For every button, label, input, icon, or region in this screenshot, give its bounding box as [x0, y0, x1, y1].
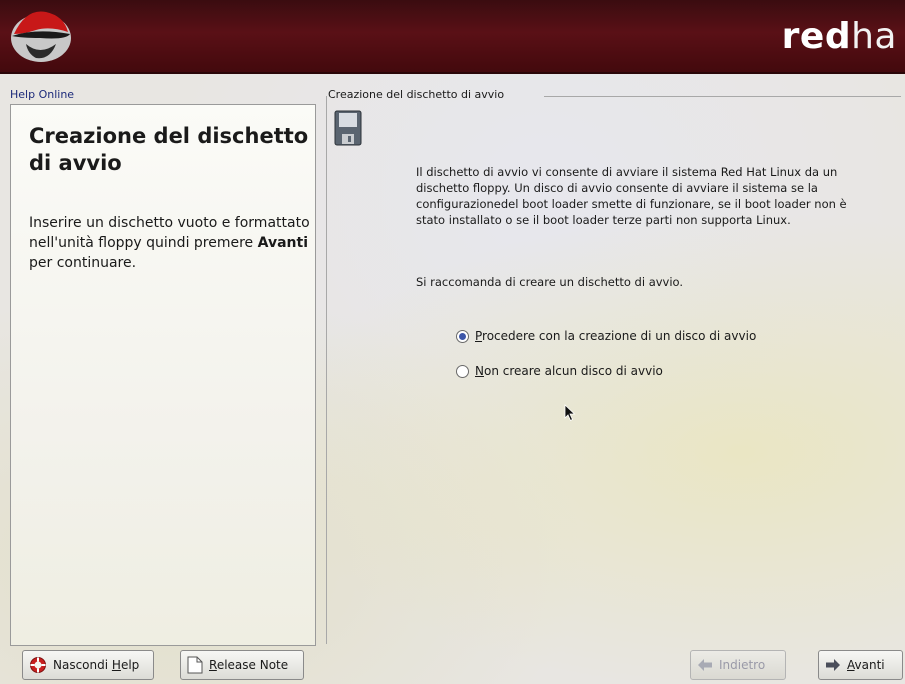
group-border — [326, 96, 327, 644]
release-notes-button[interactable]: Release Note — [180, 650, 304, 680]
recommendation-paragraph: Si raccomanda di creare un dischetto di … — [416, 275, 684, 289]
radio-button-selected[interactable] — [456, 329, 469, 343]
floppy-disk-icon — [334, 110, 362, 146]
hide-help-label: Nascondi Help — [53, 658, 140, 672]
group-divider — [544, 96, 901, 97]
redhat-shadowman-icon — [11, 11, 71, 62]
mouse-pointer-icon — [564, 404, 576, 422]
option-no-boot-disk[interactable]: Non creare alcun disco di avvio — [456, 364, 663, 378]
radio-button[interactable] — [456, 364, 469, 378]
help-body: Inserire un dischetto vuoto e formattato… — [29, 215, 310, 271]
next-button[interactable]: Avanti — [818, 650, 903, 680]
document-icon — [187, 656, 203, 674]
next-label: Avanti — [847, 658, 885, 672]
content-group-title: Creazione del dischetto di avvio — [328, 88, 505, 101]
arrow-left-icon — [698, 659, 712, 671]
help-frame: Creazione del dischetto di avvio Inserir… — [10, 104, 316, 646]
help-group-title: Help Online — [10, 88, 75, 101]
help-panel: Creazione del dischetto di avvio Inserir… — [10, 88, 316, 646]
option-label: Non creare alcun disco di avvio — [475, 364, 663, 378]
back-label: Indietro — [719, 658, 766, 672]
redhat-wordmark: redha — [781, 16, 897, 57]
hide-help-button[interactable]: Nascondi Help — [22, 650, 154, 680]
installer-screen: Creazione del dischetto di avvio Inserir… — [0, 74, 905, 684]
description-paragraph: Il dischetto di avvio vi consente di avv… — [416, 165, 847, 227]
help-heading: Creazione del dischetto di avvio — [29, 124, 309, 175]
content-panel: Creazione del dischetto di avvio Il disc… — [326, 88, 901, 644]
back-button[interactable]: Indietro — [690, 650, 786, 680]
release-notes-label: Release Note — [209, 658, 289, 672]
installer-banner: redha — [0, 0, 905, 74]
option-create-boot-disk[interactable]: Procedere con la creazione di un disco d… — [456, 329, 756, 343]
help-body-bold: Avanti — [257, 235, 308, 251]
arrow-right-icon — [826, 659, 840, 671]
lifebuoy-icon — [30, 657, 46, 673]
option-label: Procedere con la creazione di un disco d… — [475, 329, 757, 343]
